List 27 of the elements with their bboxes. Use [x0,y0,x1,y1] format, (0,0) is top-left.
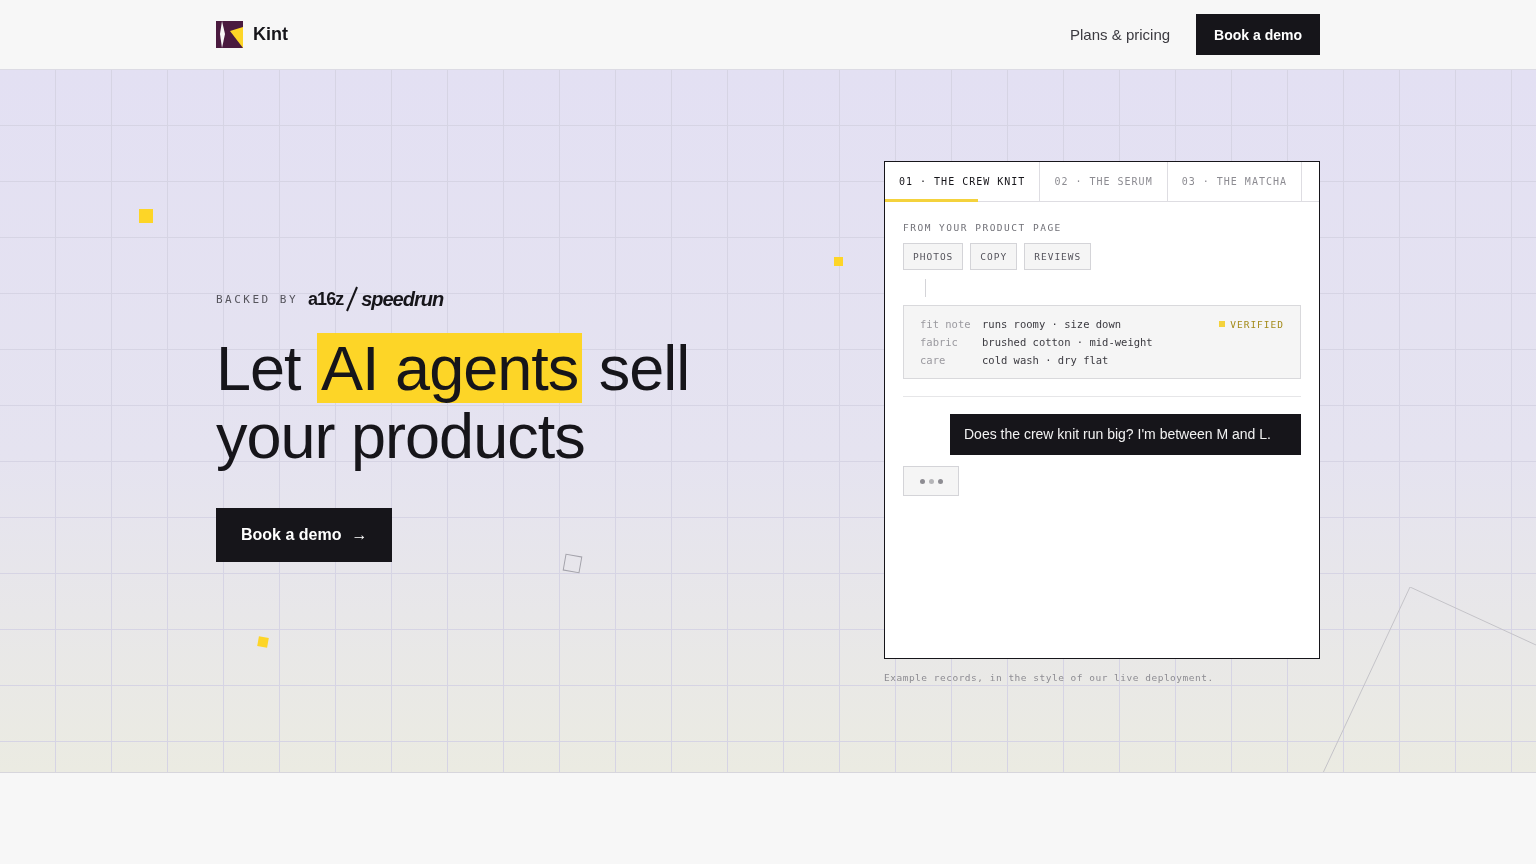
fact-label: care [920,354,947,366]
verified-badge: VERIFIED [1219,318,1284,330]
backed-by-label: BACKED BY [216,292,299,306]
book-demo-button[interactable]: Book a demo → [216,508,393,562]
book-demo-button[interactable]: Book a demo [1196,14,1320,55]
fact-label: fabric [920,336,959,348]
fact-value: runs roomy · size down [982,318,1123,330]
typing-indicator [903,466,959,496]
fact-value: cold wash · dry flat [982,354,1110,366]
source-label: FROM YOUR PRODUCT PAGE [903,222,1063,233]
fact-value: brushed cotton · mid-weight [982,336,1154,348]
product-tab[interactable]: 01 · THE CREW KNIT [885,162,1041,201]
decor-square [139,209,153,223]
backer-logo: a16z speedrun [308,286,444,312]
fact-label: fit note [920,318,972,330]
chat-message: Does the crew knit run big? I'm between M and L. [950,414,1301,455]
decor-square [257,636,269,648]
brand-logo-icon [216,21,243,48]
product-tab[interactable]: 03 · THE MATCHA [1167,162,1302,201]
nav-link[interactable]: Plans & pricing [1070,26,1171,43]
caption: Example records, in the style of our live deployment. [884,672,1215,683]
brand-name: Kint [253,24,288,45]
source-tag: REVIEWS [1024,243,1092,270]
hero-headline: Let AI agents sell your products [216,334,691,470]
decor-square [834,257,843,266]
source-tag: PHOTOS [903,243,964,270]
source-tag: COPY [970,243,1018,270]
